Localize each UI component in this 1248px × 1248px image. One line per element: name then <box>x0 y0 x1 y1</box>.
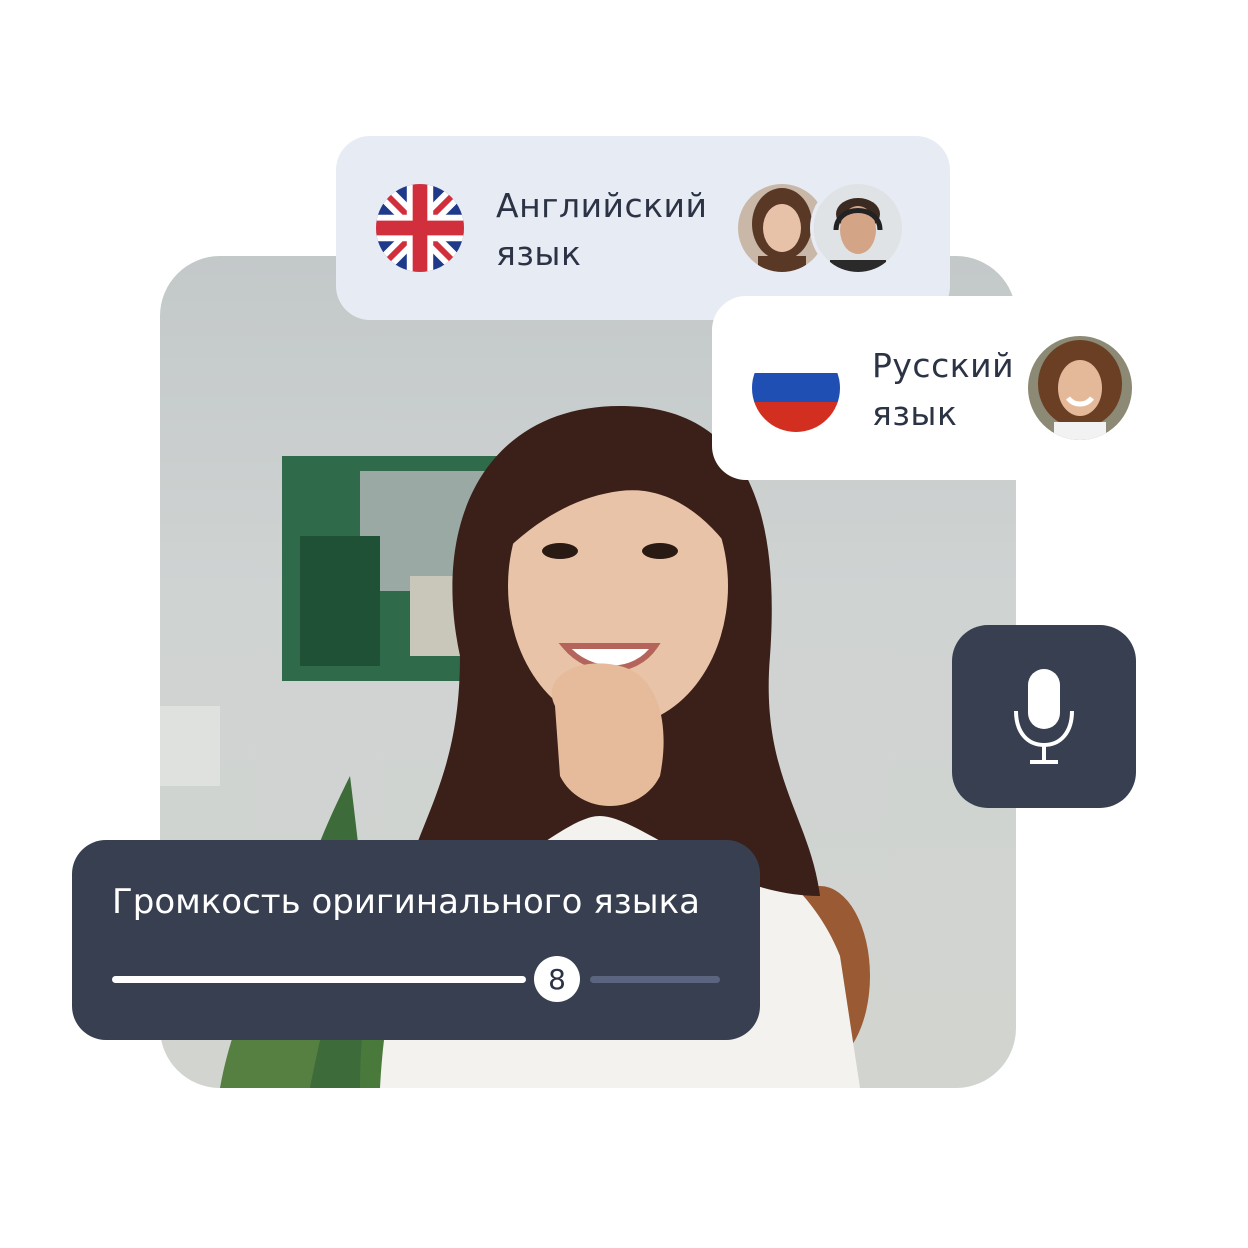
volume-slider-track[interactable] <box>590 976 720 983</box>
volume-slider-thumb[interactable]: 8 <box>534 956 580 1002</box>
russia-flag-icon <box>752 344 840 432</box>
microphone-icon <box>1014 668 1074 764</box>
language-label-russian: Русский язык <box>872 342 1014 438</box>
language-label-english: Английский язык <box>496 182 707 278</box>
microphone-button[interactable] <box>952 625 1136 808</box>
avatar-female-curly <box>1024 332 1136 444</box>
uk-flag-icon <box>376 184 464 272</box>
language-card-russian[interactable]: Русский язык <box>712 296 1136 480</box>
avatar-male-headset <box>810 180 906 276</box>
volume-title: Громкость оригинального языка <box>112 882 700 922</box>
language-name: Русский <box>872 346 1015 385</box>
language-card-english[interactable]: Английский язык <box>336 136 950 320</box>
language-name: Английский <box>496 186 708 225</box>
language-suffix: язык <box>872 394 958 433</box>
language-suffix: язык <box>496 234 582 273</box>
volume-slider-fill[interactable] <box>112 976 526 983</box>
original-volume-panel: Громкость оригинального языка 8 <box>72 840 760 1040</box>
